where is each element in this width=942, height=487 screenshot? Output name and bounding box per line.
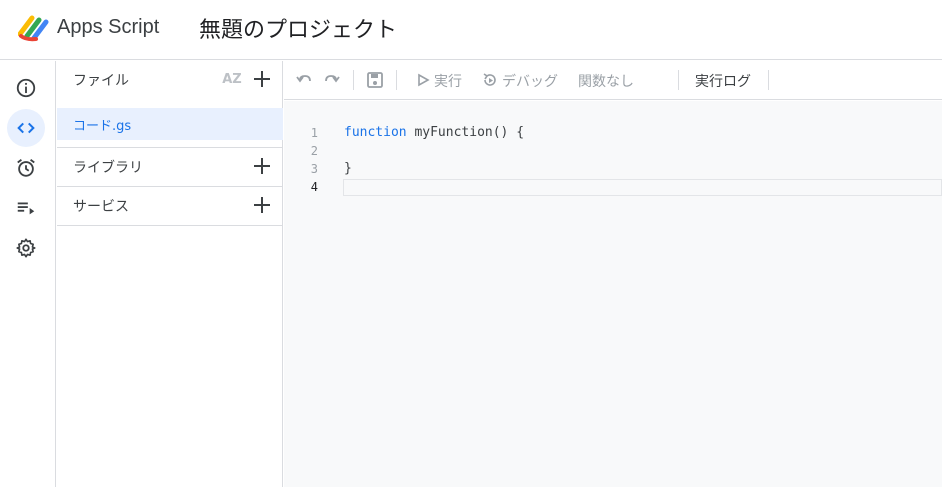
project-settings-button[interactable] [7, 229, 45, 267]
executions-icon [17, 202, 35, 215]
info-icon [16, 78, 36, 98]
editor-toolbar: 実行 デバッグ 関数なし 実行ログ [284, 61, 942, 100]
line-number: 4 [310, 180, 318, 194]
code-keyword: function [344, 125, 407, 140]
files-panel: ファイル AZ コード.gs ライブラリ サービス [57, 61, 283, 487]
run-button[interactable]: 実行 [434, 71, 462, 91]
file-name[interactable]: コード.gs [73, 115, 131, 134]
debug-button[interactable]: デバッグ [502, 71, 558, 91]
gear-icon [16, 238, 36, 258]
current-line-highlight [343, 179, 942, 196]
services-label: サービス [73, 199, 129, 215]
run-icon [418, 73, 430, 87]
code-icon [17, 122, 35, 134]
app-header: Apps Script 無題のプロジェクト [0, 0, 942, 60]
undo-icon[interactable] [296, 71, 314, 89]
line-number: 3 [310, 162, 318, 176]
sort-az-icon[interactable]: AZ [219, 69, 245, 91]
alarm-clock-icon [17, 159, 35, 177]
toolbar-separator [678, 70, 679, 90]
execution-log-button[interactable]: 実行ログ [695, 71, 751, 91]
toolbar-separator [768, 70, 769, 90]
add-service-icon[interactable] [251, 194, 273, 216]
divider [57, 225, 283, 226]
executions-button[interactable] [7, 189, 45, 227]
overview-button[interactable] [7, 69, 45, 107]
project-title[interactable]: 無題のプロジェクト [199, 12, 397, 44]
add-library-icon[interactable] [251, 155, 273, 177]
toolbar-separator [353, 70, 354, 90]
left-navigation-rail [0, 61, 56, 487]
code-text: myFunction() { [406, 125, 525, 140]
libraries-section-header[interactable]: ライブラリ [57, 148, 283, 186]
function-select[interactable]: 関数なし [578, 71, 634, 91]
libraries-label: ライブラリ [73, 160, 143, 176]
code-line[interactable]: function myFunction() { [344, 125, 524, 140]
redo-icon[interactable] [322, 71, 340, 89]
services-section-header[interactable]: サービス [57, 187, 283, 225]
code-editor[interactable]: 1 function myFunction() { 2 3 } 4 [284, 101, 942, 487]
apps-script-logo-icon[interactable] [18, 14, 50, 42]
files-label: ファイル [73, 73, 129, 89]
add-file-icon[interactable] [251, 68, 273, 90]
editor-button[interactable] [7, 109, 45, 147]
debug-icon [483, 73, 496, 86]
code-line[interactable]: } [344, 161, 352, 176]
triggers-button[interactable] [7, 149, 45, 187]
line-number: 2 [310, 144, 318, 158]
files-section-header: ファイル AZ [57, 61, 283, 99]
line-number: 1 [310, 126, 318, 140]
save-icon[interactable] [366, 71, 384, 89]
app-name[interactable]: Apps Script [57, 16, 159, 39]
toolbar-separator [396, 70, 397, 90]
file-item[interactable]: コード.gs [57, 108, 283, 140]
code-text: } [344, 161, 352, 176]
